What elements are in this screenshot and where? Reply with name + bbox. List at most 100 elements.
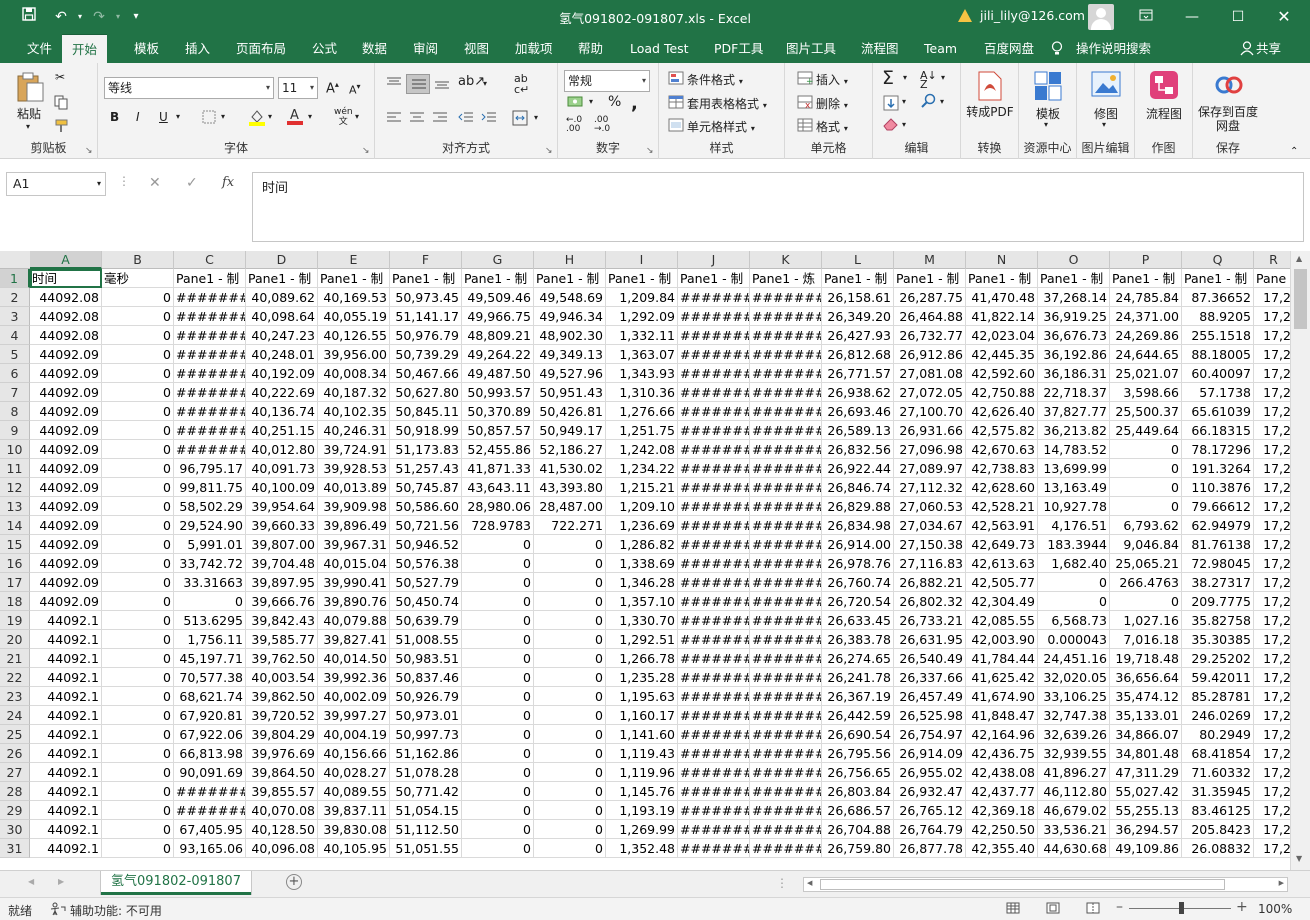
underline-dropdown-icon[interactable]: ▾ <box>176 112 180 121</box>
table-cell[interactable]: 0 <box>534 820 606 839</box>
table-cell[interactable]: 88.18005 <box>1182 345 1254 364</box>
font-name-select[interactable]: 等线 ▾ <box>104 77 274 99</box>
column-header[interactable]: D <box>246 251 318 269</box>
table-cell[interactable]: 50,639.79 <box>390 611 462 630</box>
table-cell[interactable]: 33,742.72 <box>174 554 246 573</box>
table-cell[interactable]: ####### <box>678 307 750 326</box>
table-cell[interactable]: 42,563.91 <box>966 516 1038 535</box>
photo-edit-icon[interactable] <box>1091 71 1121 102</box>
table-cell[interactable]: 40,248.01 <box>246 345 318 364</box>
table-cell[interactable]: 51,257.43 <box>390 459 462 478</box>
table-cell[interactable]: 26,720.54 <box>822 592 894 611</box>
table-cell[interactable]: 0 <box>1110 440 1182 459</box>
row-header[interactable]: 21 <box>0 649 30 668</box>
phonetic-dropdown-icon[interactable]: ▾ <box>355 112 359 121</box>
table-cell[interactable]: 0 <box>534 668 606 687</box>
merge-center-icon[interactable] <box>512 110 528 129</box>
table-cell[interactable]: 0 <box>102 554 174 573</box>
column-header[interactable]: K <box>750 251 822 269</box>
table-cell[interactable]: 26,795.56 <box>822 744 894 763</box>
conditional-format-icon[interactable] <box>668 71 684 88</box>
table-cell[interactable]: 1,160.17 <box>606 706 678 725</box>
table-cell[interactable]: ####### <box>678 421 750 440</box>
table-cell[interactable]: ####### <box>678 364 750 383</box>
account-area[interactable]: jili_lily@126.com <box>958 8 1085 23</box>
table-cell[interactable]: ####### <box>678 497 750 516</box>
table-cell[interactable]: 0 <box>462 763 534 782</box>
table-cell[interactable]: 17,2 <box>1254 288 1290 307</box>
table-cell[interactable]: 0 <box>462 630 534 649</box>
table-cell[interactable]: 0 <box>462 668 534 687</box>
table-cell[interactable]: 26,914.00 <box>822 535 894 554</box>
table-cell[interactable]: 722.271 <box>534 516 606 535</box>
tab-15[interactable]: Team <box>914 34 967 63</box>
table-cell[interactable]: 0 <box>462 649 534 668</box>
table-cell[interactable]: 88.9205 <box>1182 307 1254 326</box>
table-cell[interactable]: 24,644.65 <box>1110 345 1182 364</box>
table-cell[interactable]: ####### <box>750 364 822 383</box>
table-cell[interactable]: 0 <box>462 611 534 630</box>
table-cell[interactable]: 1,141.60 <box>606 725 678 744</box>
table-cell[interactable]: 0 <box>462 687 534 706</box>
table-cell[interactable]: 513.6295 <box>174 611 246 630</box>
find-select-icon[interactable] <box>921 93 937 112</box>
table-cell[interactable]: 0 <box>102 497 174 516</box>
table-cell[interactable]: ####### <box>750 459 822 478</box>
table-cell[interactable]: ####### <box>174 402 246 421</box>
column-header[interactable]: F <box>390 251 462 269</box>
row-header[interactable]: 3 <box>0 307 30 326</box>
table-cell[interactable]: 25,449.64 <box>1110 421 1182 440</box>
table-cell[interactable]: 35,474.12 <box>1110 687 1182 706</box>
table-cell[interactable]: 36,186.31 <box>1038 364 1110 383</box>
table-cell[interactable]: 39,660.33 <box>246 516 318 535</box>
table-cell[interactable]: 17,2 <box>1254 782 1290 801</box>
copy-icon[interactable] <box>53 94 69 113</box>
table-cell[interactable]: 17,2 <box>1254 630 1290 649</box>
table-cell[interactable]: 49,966.75 <box>462 307 534 326</box>
table-cell[interactable]: 0 <box>462 535 534 554</box>
table-cell[interactable]: 25,500.37 <box>1110 402 1182 421</box>
table-cell[interactable]: 0 <box>102 421 174 440</box>
table-cell[interactable]: 50,467.66 <box>390 364 462 383</box>
table-cell[interactable]: 26,158.61 <box>822 288 894 307</box>
table-cell[interactable]: ####### <box>678 763 750 782</box>
column-header[interactable]: C <box>174 251 246 269</box>
table-cell[interactable]: 1,332.11 <box>606 326 678 345</box>
table-cell[interactable]: 42,445.35 <box>966 345 1038 364</box>
table-cell[interactable]: ####### <box>750 383 822 402</box>
table-cell[interactable]: 40,055.19 <box>318 307 390 326</box>
table-cell[interactable]: 0 <box>102 611 174 630</box>
table-cell[interactable]: 72.98045 <box>1182 554 1254 573</box>
table-cell[interactable]: 58,502.29 <box>174 497 246 516</box>
table-cell[interactable]: 50,993.57 <box>462 383 534 402</box>
delete-cells-icon[interactable]: x <box>797 95 813 112</box>
table-cell[interactable]: 1,343.93 <box>606 364 678 383</box>
table-cell[interactable]: 0 <box>534 592 606 611</box>
table-cell[interactable]: 26,633.45 <box>822 611 894 630</box>
table-cell[interactable]: 29,524.90 <box>174 516 246 535</box>
table-cell[interactable]: ####### <box>174 782 246 801</box>
tab-6[interactable]: 数据 <box>352 34 397 63</box>
table-cell[interactable]: 26,760.74 <box>822 573 894 592</box>
table-cell[interactable]: 40,012.80 <box>246 440 318 459</box>
column-header[interactable]: M <box>894 251 966 269</box>
table-cell[interactable]: 0 <box>102 478 174 497</box>
horizontal-scrollbar[interactable]: ◀ ▶ <box>803 877 1288 892</box>
table-cell[interactable]: 0 <box>462 706 534 725</box>
table-cell[interactable]: 39,807.00 <box>246 535 318 554</box>
tab-2[interactable]: 模板 <box>124 34 169 63</box>
table-cell[interactable]: 0 <box>102 801 174 820</box>
header-cell[interactable]: Pane1 - 制 <box>894 269 966 288</box>
zoom-level[interactable]: 100% <box>1258 902 1292 916</box>
column-header[interactable]: Q <box>1182 251 1254 269</box>
fill-icon[interactable] <box>883 95 899 114</box>
table-cell[interactable]: 32,020.05 <box>1038 668 1110 687</box>
increase-indent-icon[interactable] <box>481 111 497 128</box>
table-cell[interactable]: 0 <box>102 630 174 649</box>
table-cell[interactable]: 17,2 <box>1254 649 1290 668</box>
table-cell[interactable]: 17,2 <box>1254 592 1290 611</box>
table-cell[interactable]: 35.82758 <box>1182 611 1254 630</box>
maximize-icon[interactable]: ☐ <box>1215 0 1261 34</box>
table-cell[interactable]: ####### <box>174 440 246 459</box>
header-cell[interactable]: Pane1 - 制 <box>1038 269 1110 288</box>
